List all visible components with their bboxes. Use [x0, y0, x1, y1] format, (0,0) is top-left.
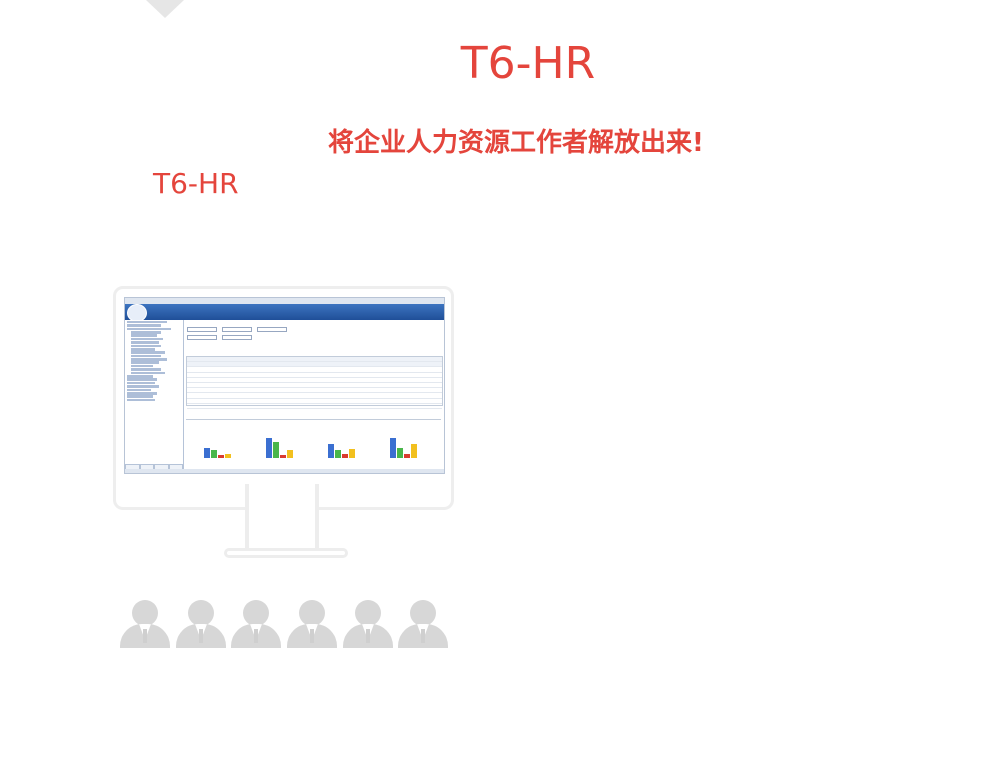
person-icon — [285, 600, 339, 648]
page-headline: T6-HR — [460, 38, 596, 89]
person-icon — [174, 600, 228, 648]
app-navigation-tree — [125, 320, 184, 470]
filter-row-2 — [187, 335, 444, 340]
person-icon — [396, 600, 450, 648]
software-screenshot — [124, 297, 445, 474]
person-icon — [118, 600, 172, 648]
top-notch-decoration — [146, 0, 184, 18]
person-icon — [229, 600, 283, 648]
report-grid — [186, 356, 443, 409]
page-slogan: 将企业人力资源工作者解放出来! — [328, 128, 704, 158]
report-area — [184, 320, 444, 470]
app-status-bar — [125, 469, 444, 473]
app-banner — [125, 304, 444, 322]
filter-row — [187, 327, 444, 332]
person-icon — [341, 600, 395, 648]
monitor-stand — [245, 484, 319, 554]
page-subtitle: T6-HR — [153, 167, 239, 200]
report-chart — [186, 419, 441, 468]
monitor-base — [224, 548, 348, 558]
